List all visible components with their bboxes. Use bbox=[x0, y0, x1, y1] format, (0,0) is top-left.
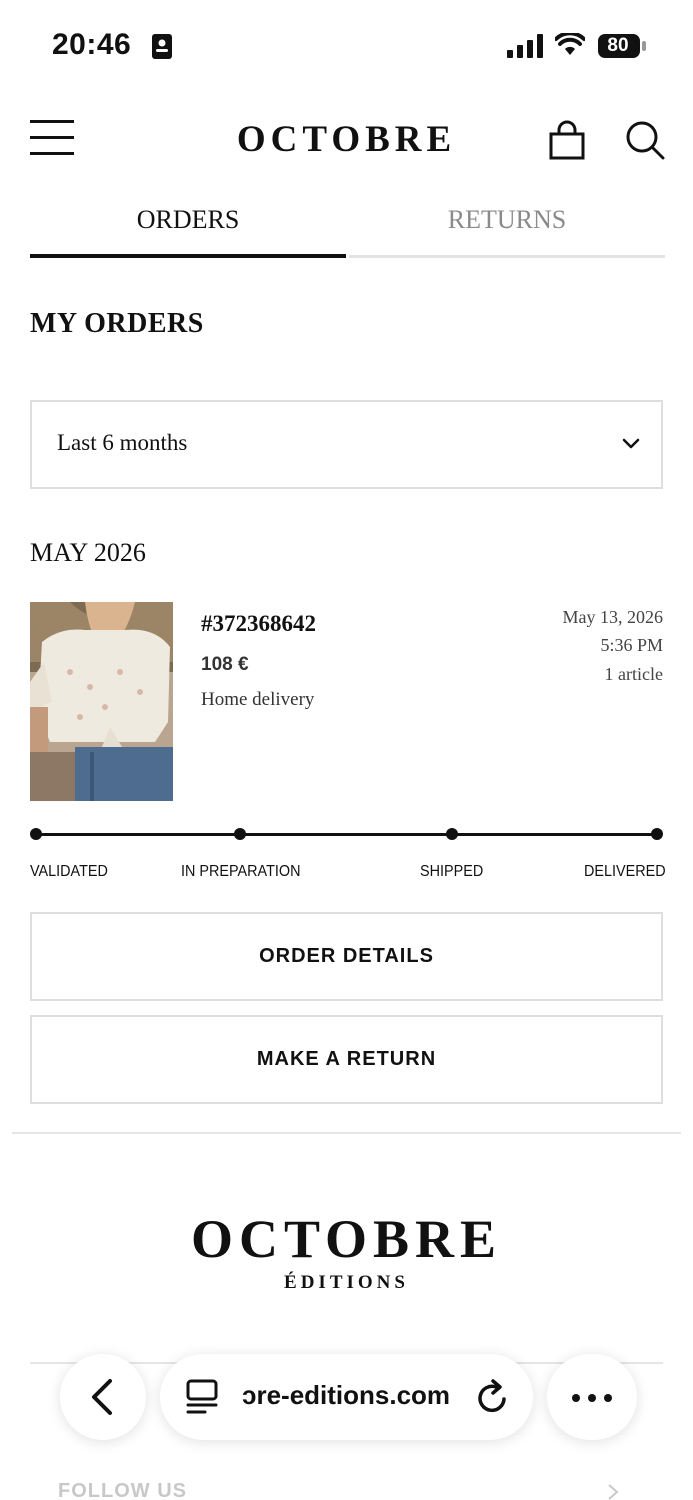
page-title: MY ORDERS bbox=[30, 308, 204, 339]
cellular-signal-icon bbox=[507, 34, 543, 58]
month-group-heading: MAY 2026 bbox=[30, 538, 146, 567]
status-time: 20:46 bbox=[52, 28, 132, 61]
browser-more-button[interactable] bbox=[547, 1354, 637, 1440]
step-label-validated: VALIDATED bbox=[30, 863, 108, 880]
browser-url: ɔre-editions.com bbox=[242, 1380, 451, 1410]
reload-icon[interactable] bbox=[474, 1378, 510, 1416]
chevron-left-icon bbox=[92, 1379, 112, 1415]
account-tabs: ORDERS RETURNS bbox=[30, 200, 665, 258]
site-logo[interactable]: OCTOBRE bbox=[0, 118, 693, 161]
order-time: 5:36 PM bbox=[600, 635, 663, 655]
step-label-shipped: SHIPPED bbox=[420, 863, 484, 880]
progress-dot-delivered bbox=[651, 828, 663, 840]
reader-tabs-icon[interactable] bbox=[185, 1378, 219, 1416]
battery-level: 80 bbox=[607, 35, 629, 56]
order-delivery-method: Home delivery bbox=[201, 689, 315, 710]
step-label-delivered: DELIVERED bbox=[584, 863, 666, 880]
order-date: May 13, 2026 bbox=[562, 607, 664, 627]
browser-address-bar[interactable]: ɔre-editions.com bbox=[160, 1354, 533, 1440]
shopping-bag-icon[interactable] bbox=[548, 120, 586, 160]
order-article-count: 1 article bbox=[604, 664, 663, 684]
browser-back-button[interactable] bbox=[60, 1354, 146, 1440]
tab-orders[interactable]: ORDERS bbox=[30, 200, 346, 258]
period-select[interactable]: Last 6 months bbox=[30, 400, 663, 489]
chevron-down-icon bbox=[622, 438, 640, 449]
order-product-image[interactable] bbox=[30, 602, 173, 801]
more-dot bbox=[588, 1394, 596, 1402]
chevron-right-icon bbox=[608, 1484, 619, 1500]
follow-us-label[interactable]: FOLLOW US bbox=[58, 1480, 187, 1500]
period-select-value: Last 6 months bbox=[57, 430, 188, 455]
progress-dot-validated bbox=[30, 828, 42, 840]
step-label-in-preparation: IN PREPARATION bbox=[181, 863, 301, 880]
order-number: #372368642 bbox=[201, 611, 316, 636]
order-details-button[interactable]: ORDER DETAILS bbox=[30, 912, 663, 1001]
footer-logo[interactable]: OCTOBRE bbox=[0, 1208, 693, 1270]
status-bar: 20:46 80 bbox=[0, 0, 693, 90]
order-progress-tracker bbox=[30, 826, 663, 842]
progress-dot-in-preparation bbox=[234, 828, 246, 840]
progress-line bbox=[35, 833, 658, 836]
make-return-button[interactable]: MAKE A RETURN bbox=[30, 1015, 663, 1104]
more-dot bbox=[572, 1394, 580, 1402]
search-icon[interactable] bbox=[625, 120, 665, 160]
progress-dot-shipped bbox=[446, 828, 458, 840]
tab-returns[interactable]: RETURNS bbox=[349, 200, 665, 258]
order-price: 108 € bbox=[201, 654, 249, 675]
section-divider bbox=[12, 1132, 681, 1134]
id-card-icon bbox=[152, 34, 172, 59]
site-header: OCTOBRE bbox=[0, 100, 693, 180]
footer-logo-subtitle: ÉDITIONS bbox=[284, 1272, 409, 1293]
wifi-icon bbox=[555, 33, 585, 55]
more-dot bbox=[604, 1394, 612, 1402]
